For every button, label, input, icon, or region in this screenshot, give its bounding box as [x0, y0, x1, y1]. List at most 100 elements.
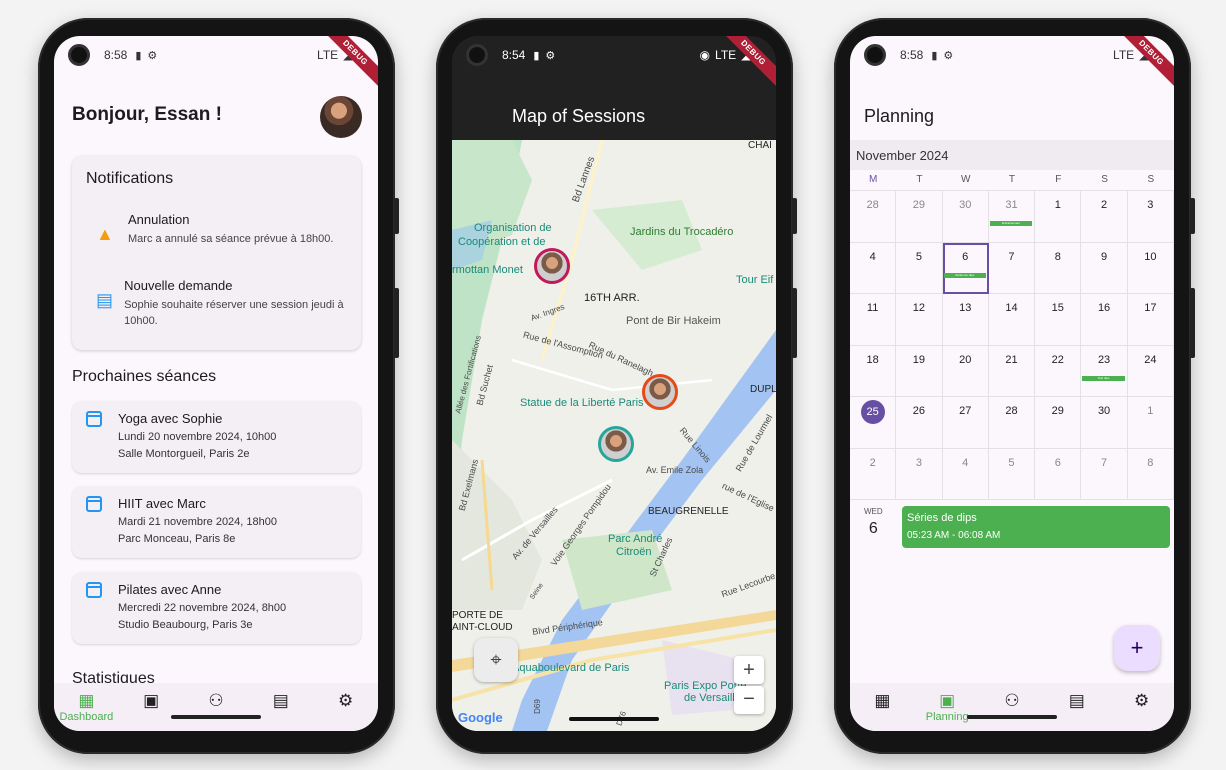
- home-indicator: [171, 715, 261, 719]
- calendar-event-bar[interactable]: Séries de dips: [943, 272, 986, 278]
- camera-icon: [864, 44, 886, 66]
- calendar-event-bar[interactable]: Entraînement: [989, 221, 1033, 226]
- map-label: AINT-CLOUD: [452, 622, 513, 633]
- google-logo: Google: [458, 710, 503, 725]
- calendar-day-today[interactable]: 25: [850, 397, 897, 449]
- greeting: Bonjour, Essan !: [72, 104, 222, 125]
- session-card[interactable]: Pilates avec Anne Mercredi 22 novembre 2…: [72, 572, 361, 644]
- day-number: 22: [1051, 353, 1064, 366]
- calendar-day[interactable]: 1: [1127, 397, 1174, 449]
- session-marker[interactable]: [534, 248, 570, 284]
- month-header[interactable]: November 2024: [850, 140, 1174, 170]
- session-place: Parc Monceau, Paris 8e: [118, 533, 236, 545]
- calendar-day[interactable]: 20: [942, 345, 989, 397]
- home-indicator: [569, 717, 659, 721]
- calendar-day[interactable]: 22: [1035, 345, 1082, 397]
- notification-item[interactable]: ▤ Nouvelle demande Sophie souhaite réser…: [96, 278, 349, 329]
- calendar-day[interactable]: 21: [988, 345, 1036, 397]
- calendar-day[interactable]: 12: [896, 294, 943, 346]
- calendar-day[interactable]: 7: [1081, 448, 1128, 500]
- calendar-day[interactable]: 8: [1035, 242, 1082, 294]
- day-number: 26: [912, 405, 926, 417]
- calendar-day[interactable]: 15: [1035, 294, 1082, 346]
- calendar-day[interactable]: 19: [896, 345, 943, 397]
- calendar-day-selected[interactable]: 6 Séries de dips: [942, 242, 989, 294]
- nav-settings[interactable]: ⚙: [317, 691, 375, 711]
- nav-dashboard[interactable]: ▦ Dashboard: [57, 691, 115, 723]
- calendar-event-bar[interactable]: Test dips: [1082, 375, 1125, 381]
- notification-text: Sophie souhaite réserver une session jeu…: [124, 299, 344, 327]
- nav-planning[interactable]: ▣: [122, 691, 180, 711]
- day-number: 29: [912, 199, 926, 211]
- session-title: Pilates avec Anne: [118, 582, 222, 597]
- calendar-day[interactable]: 7: [988, 242, 1036, 294]
- calendar-day[interactable]: 29: [896, 191, 943, 243]
- phone-planning: 8:58 ▮ ⚙ LTE ◢ ▮ DEBUG Planning November…: [834, 18, 1195, 754]
- calendar-day[interactable]: 29: [1035, 397, 1082, 449]
- calendar-icon: [86, 496, 102, 512]
- calendar-day[interactable]: 1: [1035, 191, 1082, 243]
- calendar-day[interactable]: 30: [1081, 397, 1128, 449]
- session-card[interactable]: HIIT avec Marc Mardi 21 novembre 2024, 1…: [72, 486, 361, 558]
- calendar-day[interactable]: 4: [850, 242, 897, 294]
- nav-messages[interactable]: ▤: [252, 691, 310, 711]
- zoom-out-button[interactable]: −: [734, 686, 764, 714]
- calendar-day[interactable]: 16: [1081, 294, 1128, 346]
- nav-clients[interactable]: ⚇: [187, 691, 245, 711]
- calendar-day[interactable]: 3: [1127, 191, 1174, 243]
- calendar-day[interactable]: 18: [850, 345, 897, 397]
- map-label: 16TH ARR.: [584, 292, 640, 304]
- notification-item[interactable]: ▲ Annulation Marc a annulé sa séance pré…: [96, 212, 349, 247]
- nav-settings[interactable]: ⚙: [1113, 691, 1171, 711]
- calendar-day[interactable]: 24: [1127, 345, 1174, 397]
- session-place: Salle Montorgueil, Paris 2e: [118, 448, 250, 460]
- session-marker[interactable]: [642, 374, 678, 410]
- calendar-day[interactable]: 28: [988, 397, 1036, 449]
- calendar-day[interactable]: 31 Entraînement: [988, 191, 1036, 243]
- day-number: 4: [962, 456, 969, 469]
- calendar-day[interactable]: 3: [896, 448, 943, 500]
- day-number: 19: [912, 353, 926, 366]
- calendar-day[interactable]: 8: [1127, 448, 1174, 500]
- weekday-label: W: [960, 174, 971, 185]
- calendar-day[interactable]: 6: [1035, 448, 1082, 500]
- add-event-button[interactable]: +: [1114, 625, 1160, 671]
- nav-dashboard[interactable]: ▦: [853, 691, 911, 711]
- calendar-day[interactable]: 28: [850, 191, 897, 243]
- calendar-day[interactable]: 2: [850, 448, 897, 500]
- calendar-day[interactable]: 10: [1127, 242, 1174, 294]
- calendar-day[interactable]: 9: [1081, 242, 1128, 294]
- map-label: DUPL: [750, 384, 776, 395]
- day-number: 7: [1101, 456, 1108, 469]
- zoom-in-button[interactable]: +: [734, 656, 764, 684]
- calendar-day[interactable]: 5: [896, 242, 943, 294]
- status-bar: 8:58 ▮ ⚙ LTE ◢ ▮: [850, 36, 1174, 74]
- calendar-day[interactable]: 5: [988, 448, 1036, 500]
- nav-clients[interactable]: ⚇: [983, 691, 1041, 711]
- session-marker[interactable]: [598, 426, 634, 462]
- map-label: Parc André: [608, 533, 663, 545]
- calendar-day[interactable]: 14: [988, 294, 1036, 346]
- calendar-day[interactable]: 13: [942, 294, 989, 346]
- day-number: 2: [1101, 199, 1108, 211]
- calendar-day[interactable]: 17: [1127, 294, 1174, 346]
- calendar-day[interactable]: 23 Test dips: [1081, 345, 1128, 397]
- session-card[interactable]: Yoga avec Sophie Lundi 20 novembre 2024,…: [72, 401, 361, 473]
- calendar-day[interactable]: 2: [1081, 191, 1128, 243]
- calendar-day[interactable]: 27: [942, 397, 989, 449]
- calendar-day[interactable]: 26: [896, 397, 943, 449]
- camera-icon: [466, 44, 488, 66]
- my-location-button[interactable]: ⌖: [474, 638, 518, 682]
- profile-avatar[interactable]: [320, 96, 362, 138]
- day-number: 28: [866, 199, 879, 211]
- camera-icon: [68, 44, 90, 66]
- nav-messages[interactable]: ▤: [1048, 691, 1106, 711]
- map-view[interactable]: Organisation de Coopération et de rmotta…: [452, 140, 776, 731]
- calendar-day[interactable]: 4: [942, 448, 989, 500]
- day-number: 11: [866, 302, 879, 314]
- status-time: 8:58: [104, 48, 128, 62]
- weekday-label: F: [1055, 174, 1062, 185]
- calendar-day[interactable]: 30: [942, 191, 989, 243]
- event-card[interactable]: Séries de dips 05:23 AM - 06:08 AM: [902, 506, 1170, 548]
- calendar-day[interactable]: 11: [850, 294, 897, 346]
